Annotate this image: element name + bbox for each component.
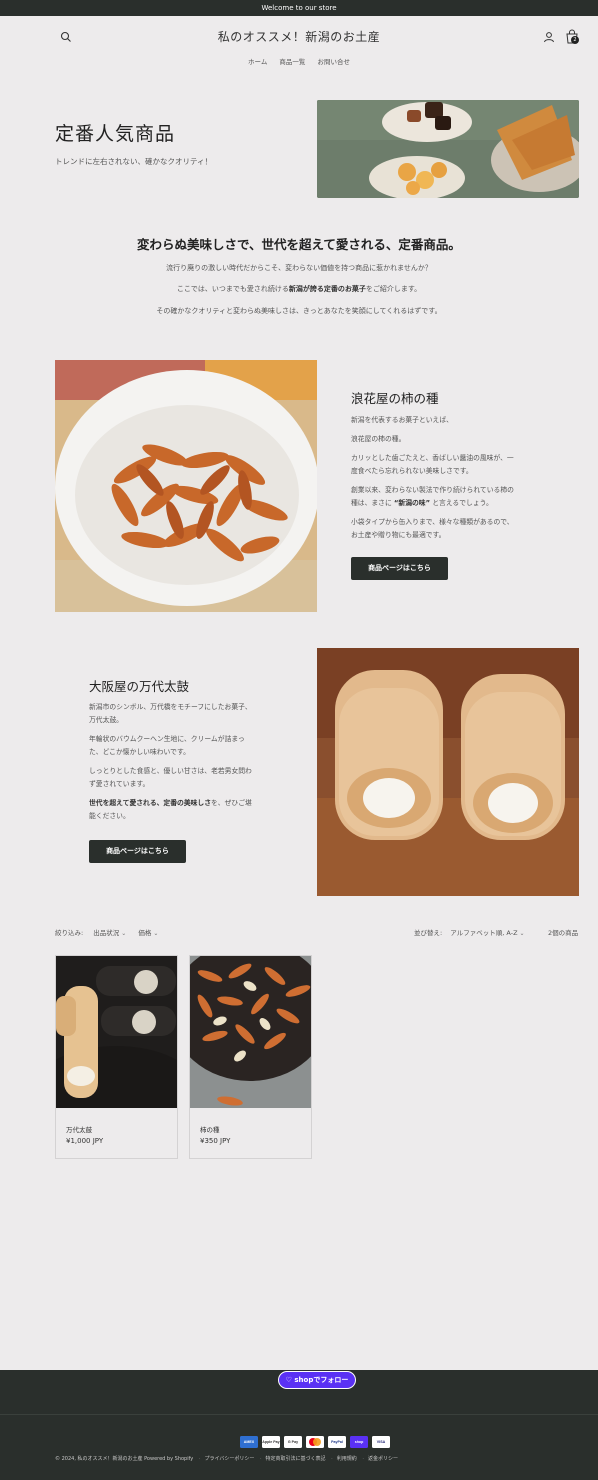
bandaidaiko-text-4a-post: を、ぜひご堪 xyxy=(211,799,252,807)
bandaidaiko-title: 大阪屋の万代太鼓 xyxy=(89,679,190,694)
account-icon[interactable] xyxy=(543,31,555,43)
kakinotane-text-4b-post: と言えるでしょう。 xyxy=(430,499,493,507)
kakinotane-text-3a: カリッとした歯ごたえと、香ばしい醤油の風味が、一 xyxy=(351,454,514,462)
kakinotane-text-4b: 種は、まさに “新潟の味” と言えるでしょう。 xyxy=(351,497,514,510)
chevron-down-icon: ⌄ xyxy=(153,930,159,937)
filter-price[interactable]: 価格 ⌄ xyxy=(138,929,158,937)
bandaidaiko-description: 新潟市のシンボル、万代橋をモチーフにしたお菓子、 万代太鼓。 年輪状のバウムクー… xyxy=(89,701,252,823)
sort-label: 並び替え: xyxy=(414,929,443,937)
amex-icon: AMEX xyxy=(240,1436,258,1448)
bandaidaiko-text-2b: た、どこか懐かしい味わいです。 xyxy=(89,748,190,756)
kakinotane-text-5a: 小袋タイプから缶入りまで、様々な種類があるので、 xyxy=(351,518,514,526)
product-card[interactable]: 柿の種 ¥350 JPY xyxy=(189,955,312,1159)
product-image-bandaidaiko xyxy=(56,956,177,1108)
main-nav: ホーム 商品一覧 お問い合せ xyxy=(0,56,598,66)
site-title[interactable]: 私のオススメ！新潟のお土産 xyxy=(0,28,598,45)
bandaidaiko-text-3a: しっとりとした食感と、優しい甘さは、老若男女問わ xyxy=(89,767,252,775)
footer-link-terms[interactable]: 利用規約 xyxy=(337,1456,357,1462)
product-card[interactable]: 万代太鼓 ¥1,000 JPY xyxy=(55,955,178,1159)
footer-link-privacy[interactable]: プライバシーポリシー xyxy=(204,1456,254,1462)
hero-image xyxy=(317,100,579,198)
kakinotane-title: 浪花屋の柿の種 xyxy=(351,391,439,406)
google-pay-icon: G Pay xyxy=(284,1436,302,1448)
nav-item-products[interactable]: 商品一覧 xyxy=(279,58,305,66)
bandaidaiko-text-3b: ず愛されています。 xyxy=(89,780,150,788)
product-price: ¥350 JPY xyxy=(200,1137,231,1145)
nav-item-home[interactable]: ホーム xyxy=(248,58,267,66)
intro-line-1: 流行り廃りの激しい時代だからこそ、変わらない価値を持つ商品に惹かれませんか？ xyxy=(166,264,432,272)
sort-select[interactable]: アルファベット順, A-Z ⌄ xyxy=(450,929,524,937)
product-count: 2個の商品 xyxy=(548,929,579,937)
bandaidaiko-text-4b: 能ください。 xyxy=(89,812,130,820)
filter-bar: 絞り込み: 出品状況 ⌄ 価格 ⌄ xyxy=(55,927,158,937)
apple-pay-icon: Apple Pay xyxy=(262,1436,280,1448)
kakinotane-text-1: 新潟を代表するお菓子といえば、 xyxy=(351,416,453,424)
sort-bar: 並び替え: アルファベット順, A-Z ⌄ xyxy=(414,927,525,937)
bandaidaiko-image xyxy=(317,648,579,896)
kakinotane-text-4b-pre: 種は、まさに xyxy=(351,499,394,507)
intro-line-2-bold: 新潟が誇る定番のお菓子 xyxy=(288,285,366,293)
cart-count-badge: 2 xyxy=(571,36,579,44)
product-image-kakinotane xyxy=(190,956,311,1108)
footer-divider xyxy=(0,1414,598,1415)
paypal-icon: PayPal xyxy=(328,1436,346,1448)
chevron-down-icon: ⌄ xyxy=(519,930,525,937)
intro-line-2: ここでは、いつまでも愛され続ける新潟が誇る定番のお菓子をご紹介します。 xyxy=(0,284,598,294)
bandaidaiko-text-4a-bold: 世代を超えて愛される、定番の美味しさ xyxy=(89,799,212,807)
product-price: ¥1,000 JPY xyxy=(66,1137,104,1145)
filter-price-label: 価格 xyxy=(138,929,152,937)
hero-subtitle: トレンドに左右されない、確かなクオリティ！ xyxy=(55,157,213,166)
shop-follow-label: shopでフォロー xyxy=(294,1376,349,1384)
kakinotane-description: 新潟を代表するお菓子といえば、 浪花屋の柿の種。 カリッとした歯ごたえと、香ばし… xyxy=(351,414,514,542)
mastercard-icon xyxy=(306,1436,324,1448)
filter-availability[interactable]: 出品状況 ⌄ xyxy=(93,929,126,937)
footer-copyright: © 2024, 私のオススメ！新潟のお土産 Powered by Shopify… xyxy=(55,1456,398,1462)
filter-label: 絞り込み: xyxy=(55,929,84,937)
kakinotane-image xyxy=(55,360,317,612)
intro-heading: 変わらぬ美味しさで、世代を超えて愛される、定番商品。 xyxy=(137,237,461,252)
kakinotane-text-4b-bold: “新潟の味” xyxy=(393,499,431,507)
kakinotane-text-2: 浪花屋の柿の種。 xyxy=(351,435,406,443)
footer-link-commerce-law[interactable]: 特定商取引法に基づく表記 xyxy=(266,1456,326,1462)
bandaidaiko-text-4a: 世代を超えて愛される、定番の美味しさを、ぜひご堪 xyxy=(89,797,252,810)
announcement-bar: Welcome to our store xyxy=(0,0,598,16)
chevron-down-icon: ⌄ xyxy=(121,930,127,937)
bandaidaiko-text-2a: 年輪状のバウムクーヘン生地に、クリームが詰まっ xyxy=(89,735,245,743)
filter-availability-label: 出品状況 xyxy=(93,929,120,937)
visa-icon: VISA xyxy=(372,1436,390,1448)
kakinotane-text-3b: 度食べたら忘れられない美味しさです。 xyxy=(351,467,473,475)
bandaidaiko-text-1a: 新潟市のシンボル、万代橋をモチーフにしたお菓子、 xyxy=(89,703,252,711)
copyright-text: © 2024, 私のオススメ！新潟のお土産 Powered by Shopify xyxy=(55,1456,194,1462)
payment-icons: AMEX Apple Pay G Pay PayPal shop VISA xyxy=(240,1436,390,1448)
product-name[interactable]: 万代太鼓 xyxy=(66,1124,92,1134)
intro-line-3: その確かなクオリティと変わらぬ美味しさは、きっとあなたを笑顔にしてくれるはずです… xyxy=(156,307,442,315)
footer-link-refund[interactable]: 返金ポリシー xyxy=(368,1456,398,1462)
intro-line-2-post: をご紹介します。 xyxy=(365,285,422,293)
nav-item-contact[interactable]: お問い合せ xyxy=(317,58,350,66)
hero-title: 定番人気商品 xyxy=(55,123,176,145)
kakinotane-text-5b: お土産や贈り物にも最適です。 xyxy=(351,531,446,539)
sort-value: アルファベット順, A-Z xyxy=(450,929,518,937)
bandaidaiko-product-button[interactable]: 商品ページはこちら xyxy=(89,840,186,863)
shop-pay-icon: shop xyxy=(350,1436,368,1448)
product-name[interactable]: 柿の種 xyxy=(200,1124,220,1134)
kakinotane-product-button[interactable]: 商品ページはこちら xyxy=(351,557,448,580)
intro-line-2-pre: ここでは、いつまでも愛され続ける xyxy=(176,285,289,293)
bandaidaiko-text-1b: 万代太鼓。 xyxy=(89,716,123,724)
kakinotane-text-4a: 創業以来、変わらない製法で作り続けられている柿の xyxy=(351,486,514,494)
shop-follow-button[interactable]: ♡ shopでフォロー xyxy=(278,1371,356,1389)
